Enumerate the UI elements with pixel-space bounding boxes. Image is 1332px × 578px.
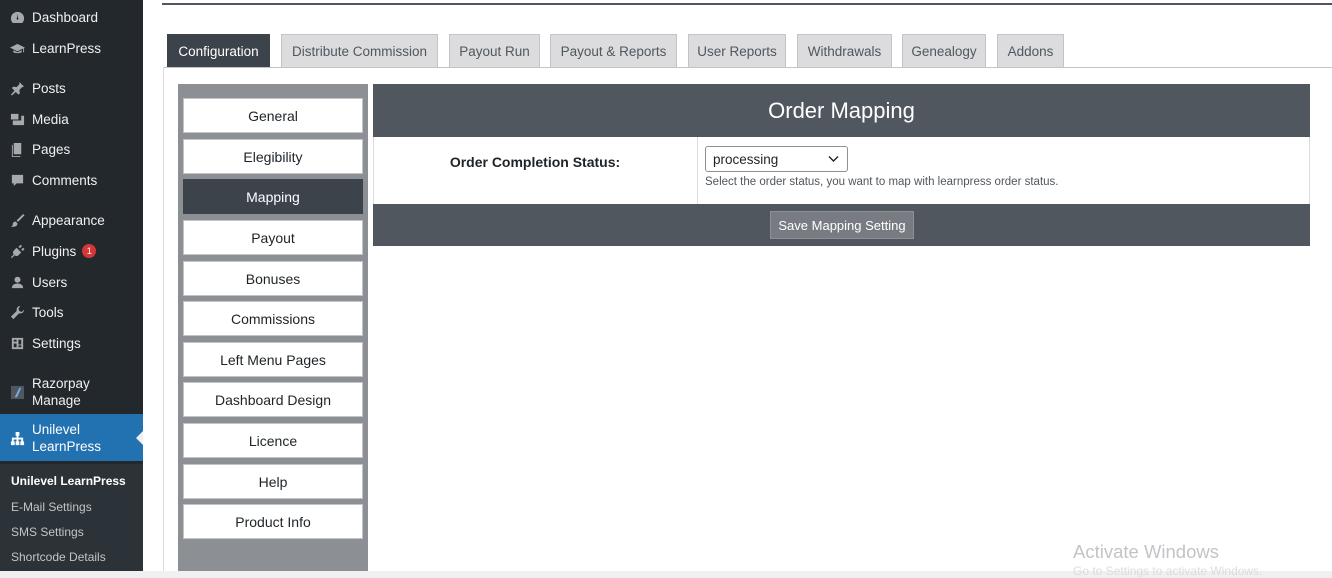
config-menu-general[interactable]: General [183, 98, 363, 133]
tab-payout-run[interactable]: Payout Run [449, 34, 540, 67]
sidebar-item-pages[interactable]: Pages [0, 140, 143, 158]
user-icon [9, 274, 25, 290]
settings-icon [9, 335, 25, 351]
tab-addons[interactable]: Addons [997, 34, 1064, 67]
config-menu-bonuses[interactable]: Bonuses [183, 261, 363, 296]
sidebar-item-label: Tools [32, 304, 64, 320]
comment-icon [9, 172, 25, 188]
graduation-cap-icon [9, 40, 25, 56]
media-icon [9, 111, 25, 127]
config-menu-dashboard-design[interactable]: Dashboard Design [183, 382, 363, 417]
pin-icon [9, 80, 25, 96]
sidebar-item-plugins[interactable]: Plugins 1 [0, 242, 143, 260]
config-menu-mapping[interactable]: Mapping [183, 179, 363, 214]
sidebar-item-learnpress[interactable]: LearnPress [0, 39, 143, 57]
sidebar-item-razorpay[interactable]: Razorpay Manage [0, 375, 143, 409]
sidebar-item-label: Media [32, 111, 69, 127]
submenu-item-shortcode-details[interactable]: Shortcode Details [11, 550, 106, 564]
config-menu-product-info[interactable]: Product Info [183, 504, 363, 539]
sidebar-item-label: Dashboard [32, 9, 99, 25]
sidebar-item-label: Unilevel LearnPress [32, 422, 102, 454]
top-divider [162, 3, 1332, 5]
sidebar-item-label: Settings [32, 335, 81, 351]
tab-configuration[interactable]: Configuration [167, 34, 270, 67]
tab-bar-underline [163, 67, 1332, 68]
sidebar-item-label: Pages [32, 141, 71, 157]
config-menu-commissions[interactable]: Commissions [183, 301, 363, 336]
sidebar-item-label: Plugins [32, 243, 77, 259]
wrench-icon [9, 304, 25, 320]
section-title: Order Mapping [373, 84, 1310, 137]
chevron-down-icon [828, 156, 839, 162]
sidebar-item-tools[interactable]: Tools [0, 303, 143, 321]
activation-watermark-subtitle: Go to Settings to activate Windows. [1073, 564, 1263, 578]
tab-distribute-commission[interactable]: Distribute Commission [281, 34, 438, 67]
network-icon [9, 430, 25, 446]
plugin-icon [9, 243, 25, 259]
sidebar-item-label: LearnPress [32, 40, 102, 56]
submenu-item-sms-settings[interactable]: SMS Settings [11, 525, 84, 539]
sidebar-item-dashboard[interactable]: Dashboard [0, 8, 143, 26]
tab-genealogy[interactable]: Genealogy [902, 34, 986, 67]
pages-icon [9, 141, 25, 157]
order-completion-status-label: Order Completion Status: [449, 154, 621, 170]
dashboard-icon [9, 9, 25, 25]
sidebar-item-appearance[interactable]: Appearance [0, 211, 143, 229]
sidebar-item-label: Comments [32, 172, 98, 188]
sidebar-item-media[interactable]: Media [0, 110, 143, 128]
config-menu-left-menu-pages[interactable]: Left Menu Pages [183, 342, 363, 377]
config-menu-help[interactable]: Help [183, 464, 363, 499]
tab-payout-reports[interactable]: Payout & Reports [550, 34, 677, 67]
tab-withdrawals[interactable]: Withdrawals [797, 34, 892, 67]
sidebar-item-comments[interactable]: Comments [0, 171, 143, 189]
content-border [163, 67, 164, 571]
select-value: processing [713, 151, 779, 167]
sidebar-item-unilevel-learnpress[interactable]: Unilevel LearnPress [0, 421, 143, 455]
sidebar-item-label: Appearance [32, 212, 105, 228]
sidebar-item-label: Razorpay Manage [32, 376, 90, 408]
config-menu-elegibility[interactable]: Elegibility [183, 139, 363, 174]
submenu-item-email-settings[interactable]: E-Mail Settings [11, 500, 92, 514]
save-mapping-button[interactable]: Save Mapping Setting [770, 211, 914, 239]
tab-user-reports[interactable]: User Reports [688, 34, 786, 67]
activation-watermark: Activate Windows [1073, 541, 1219, 562]
sidebar-item-posts[interactable]: Posts [0, 79, 143, 97]
sidebar-item-settings[interactable]: Settings [0, 334, 143, 352]
brush-icon [9, 212, 25, 228]
help-text: Select the order status, you want to map… [705, 176, 1059, 188]
update-count-badge: 1 [82, 244, 97, 258]
config-menu-payout[interactable]: Payout [183, 220, 363, 255]
sidebar-item-label: Posts [32, 80, 66, 96]
form-divider [697, 137, 698, 204]
razorpay-icon [9, 384, 25, 400]
config-menu-licence[interactable]: Licence [183, 423, 363, 458]
order-status-select[interactable]: processing [705, 146, 848, 172]
sidebar-item-users[interactable]: Users [0, 273, 143, 291]
sidebar-item-label: Users [32, 274, 68, 290]
submenu-item-unilevel-learnpress[interactable]: Unilevel LearnPress [11, 474, 126, 488]
